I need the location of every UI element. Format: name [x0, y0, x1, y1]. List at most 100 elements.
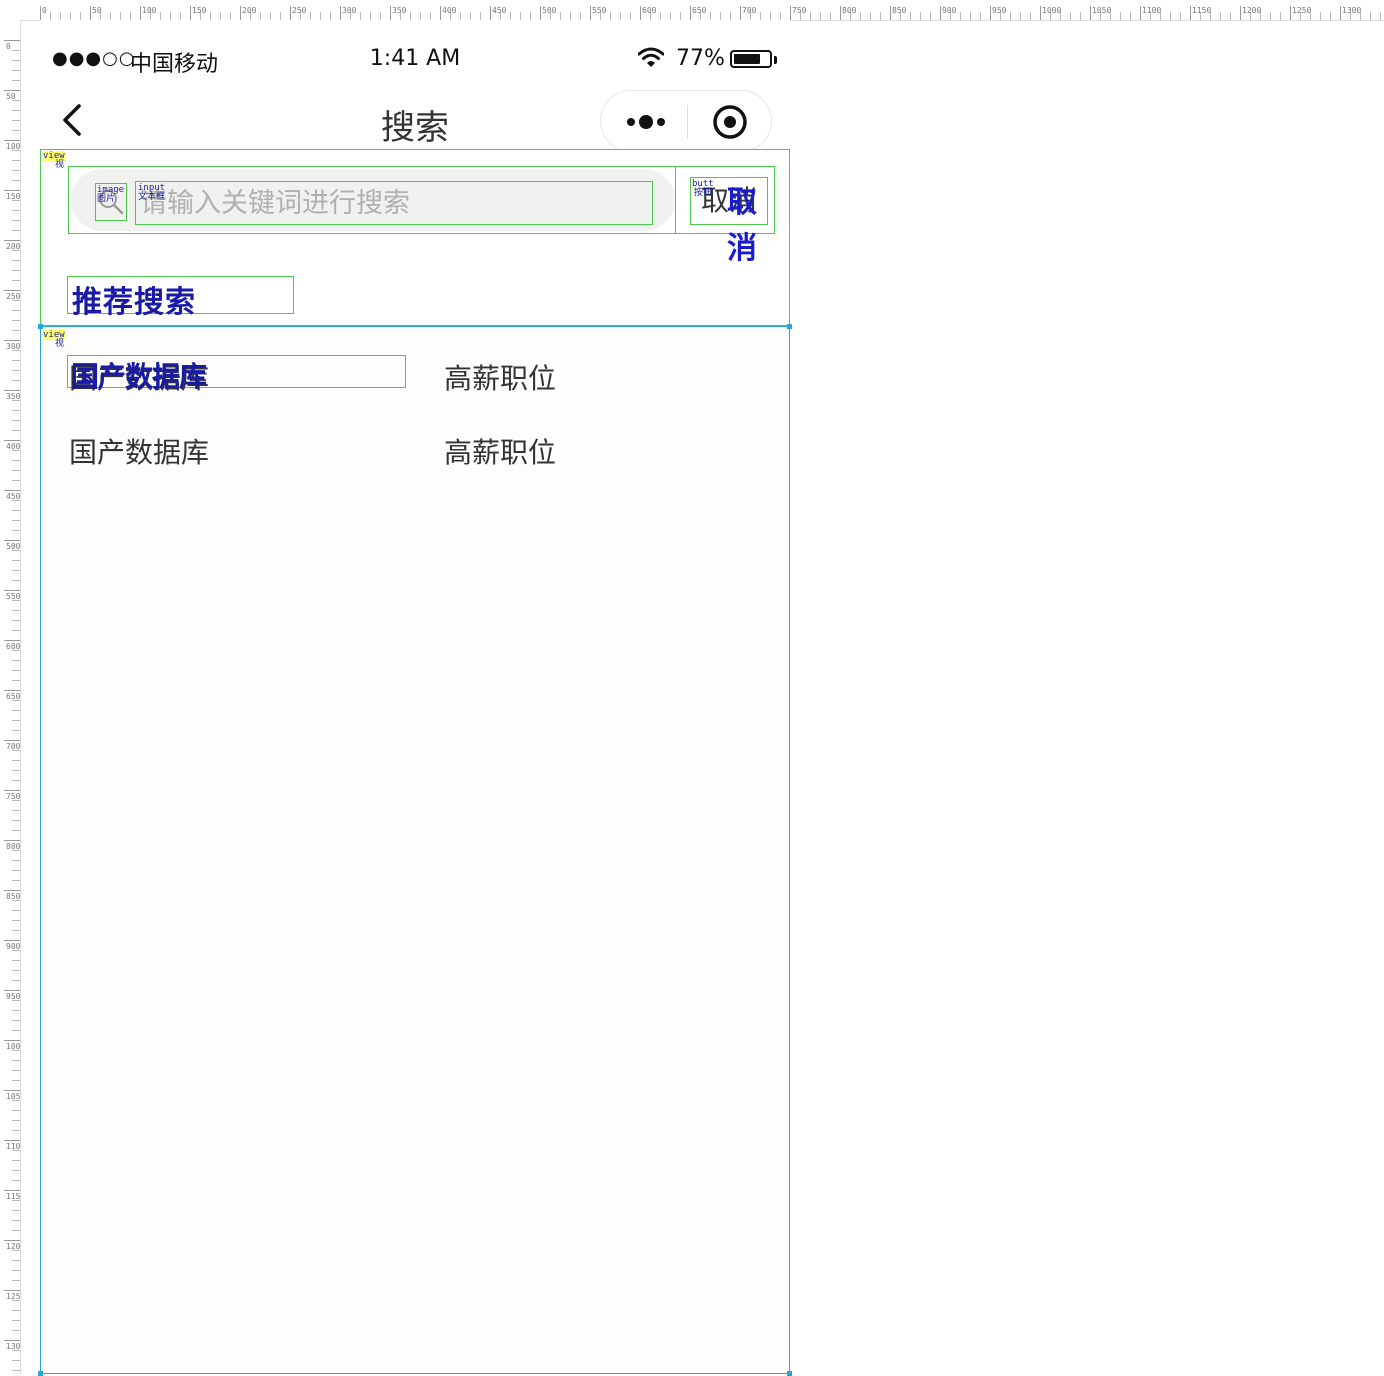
ruler-tick	[1080, 12, 1081, 20]
ruler-tick	[420, 12, 421, 20]
ruler-tick	[12, 430, 20, 431]
ruler-tick	[12, 460, 20, 461]
debug-tag-image: image 图片	[97, 185, 125, 204]
ruler-tick	[60, 12, 61, 20]
ruler-label: 750	[792, 6, 807, 15]
ruler-tick	[4, 1040, 20, 1041]
ruler-label: 50	[92, 6, 102, 15]
navigation-bar: 搜索	[40, 90, 790, 152]
ruler-tick	[1280, 12, 1281, 20]
cancel-button[interactable]: 取消 butt 按钮 取消	[690, 177, 768, 266]
ruler-tick	[1240, 6, 1241, 20]
ruler-label: 950	[6, 992, 21, 1001]
debug-tag-view: view 视	[43, 151, 65, 170]
ruler-tick	[12, 1180, 20, 1181]
ruler-tick	[12, 70, 20, 71]
ruler-tick	[12, 410, 20, 411]
ruler-tick	[440, 6, 441, 20]
ruler-tick	[4, 940, 20, 941]
ruler-tick	[12, 80, 20, 81]
ruler-tick	[530, 12, 531, 20]
ruler-label: 600	[642, 6, 657, 15]
ruler-tick	[480, 12, 481, 20]
ruler-tick	[1010, 12, 1011, 20]
ruler-tick	[4, 840, 20, 841]
ruler-tick	[4, 990, 20, 991]
ruler-tick	[880, 12, 881, 20]
ruler-tick	[4, 240, 20, 241]
ruler-tick	[80, 12, 81, 20]
battery-cap	[774, 56, 777, 64]
ruler-tick	[390, 6, 391, 20]
search-header-section: view视 image图片 input文本框	[40, 149, 790, 326]
ruler-tick	[610, 12, 611, 20]
ruler-label: 900	[6, 942, 21, 951]
ruler-tick	[12, 860, 20, 861]
ruler-tick	[540, 6, 541, 20]
ruler-tick	[1070, 12, 1071, 20]
ruler-tick	[1270, 12, 1271, 20]
battery-percent: 77%	[676, 46, 725, 71]
ruler-tick	[12, 220, 20, 221]
cancel-area: 取消 butt 按钮 取消	[675, 167, 774, 266]
ruler-tick	[4, 1340, 20, 1341]
ruler-label: 1250	[1292, 6, 1312, 15]
ruler-tick	[930, 12, 931, 20]
ruler-label: 300	[6, 342, 21, 351]
ruler-tick	[12, 1030, 20, 1031]
ruler-tick	[4, 190, 20, 191]
ruler-tick	[12, 780, 20, 781]
wifi-icon	[638, 47, 664, 67]
ruler-tick	[1090, 6, 1091, 20]
ruler-tick	[12, 380, 20, 381]
ruler-tick	[12, 1020, 20, 1021]
ruler-tick	[660, 12, 661, 20]
ruler-tick	[260, 12, 261, 20]
ruler-tick	[70, 12, 71, 20]
ruler-tick	[12, 1070, 20, 1071]
ruler-tick	[12, 1110, 20, 1111]
recommend-item[interactable]: 国产数据库	[69, 431, 209, 471]
ruler-tick	[120, 12, 121, 20]
ruler-label: 500	[542, 6, 557, 15]
search-input[interactable]	[136, 182, 652, 224]
ruler-tick	[1330, 12, 1331, 20]
ruler-tick	[12, 1310, 20, 1311]
ruler-label: 700	[742, 6, 757, 15]
ruler-tick	[12, 1120, 20, 1121]
selection-handle	[787, 324, 792, 329]
recommend-heading: 推荐搜索	[72, 285, 196, 320]
ruler-tick	[12, 270, 20, 271]
ruler-tick	[1170, 12, 1171, 20]
ruler-top: 0 50 100 150 200 250 300 350 400 450 500 550 600 650 7…	[0, 0, 1384, 21]
ruler-tick	[12, 60, 20, 61]
ruler-tick	[12, 530, 20, 531]
recommend-item[interactable]: 高薪职位	[444, 431, 556, 471]
more-dots-icon[interactable]	[601, 91, 687, 151]
ruler-tick	[12, 830, 20, 831]
ruler-label: 550	[6, 592, 21, 601]
ruler-tick	[470, 12, 471, 20]
ruler-label: 400	[442, 6, 457, 15]
target-close-icon[interactable]	[688, 91, 772, 151]
ruler-tick	[4, 90, 20, 91]
ruler-tick	[12, 1280, 20, 1281]
ruler-tick	[280, 12, 281, 20]
ruler-tick	[290, 6, 291, 20]
search-icon[interactable]: image 图片	[95, 183, 127, 221]
ruler-label: 1300	[6, 1342, 21, 1351]
ruler-tick	[12, 120, 20, 121]
ruler-tick	[12, 870, 20, 871]
ruler-tick	[1220, 12, 1221, 20]
ruler-label: 800	[6, 842, 21, 851]
ruler-tick	[12, 820, 20, 821]
ruler-tick	[12, 510, 20, 511]
ruler-tick	[4, 540, 20, 541]
recommend-item[interactable]: 高薪职位	[444, 357, 556, 397]
ruler-tick	[4, 1190, 20, 1191]
ruler-tick	[740, 6, 741, 20]
ruler-tick	[970, 12, 971, 20]
ruler-tick	[12, 630, 20, 631]
ruler-tick	[12, 360, 20, 361]
ruler-tick	[12, 680, 20, 681]
